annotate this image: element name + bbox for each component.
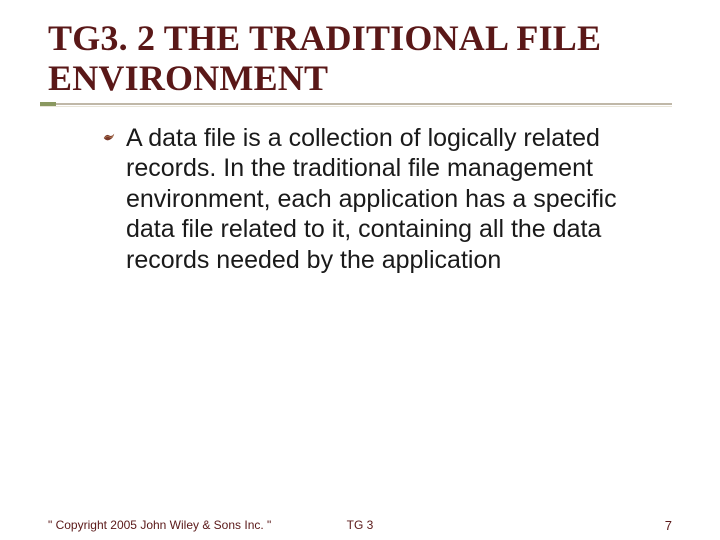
slide: TG3. 2 THE TRADITIONAL FILE ENVIRONMENT … <box>0 0 720 540</box>
bullet-icon <box>102 131 116 145</box>
bullet-text: A data file is a collection of logically… <box>126 123 642 276</box>
footer-page-number: 7 <box>665 518 672 533</box>
footer-copyright: " Copyright 2005 John Wiley & Sons Inc. … <box>48 518 271 532</box>
bullet-item: A data file is a collection of logically… <box>102 123 642 276</box>
title-underline <box>40 103 672 105</box>
slide-body: A data file is a collection of logically… <box>48 123 672 276</box>
slide-title: TG3. 2 THE TRADITIONAL FILE ENVIRONMENT <box>48 18 672 99</box>
footer-section: TG 3 <box>347 518 374 532</box>
